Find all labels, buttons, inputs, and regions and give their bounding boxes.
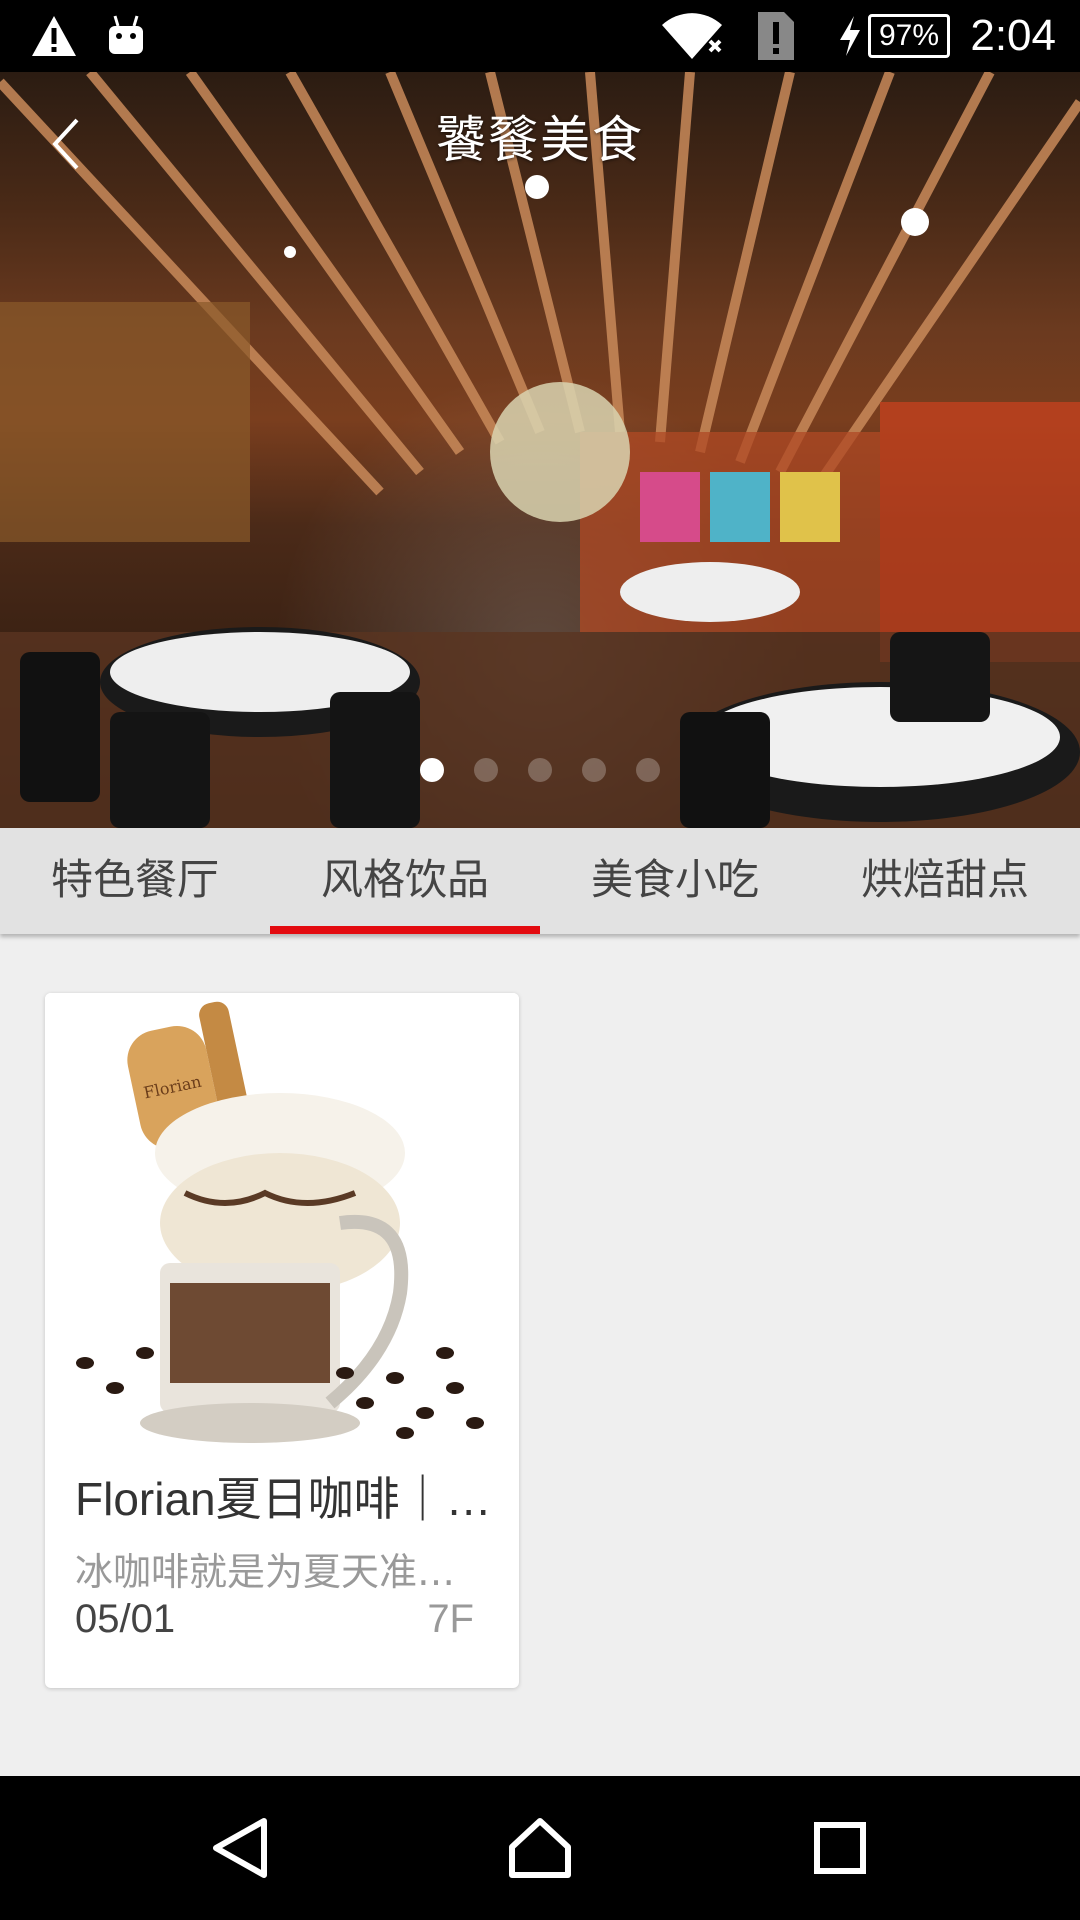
carousel-dot[interactable] [474,758,498,782]
warning-icon [30,0,78,72]
clock: 2:04 [970,11,1056,60]
tab-label: 美食小吃 [590,855,759,904]
card-date: 05/01 [75,1597,176,1641]
system-nav-bar [0,1776,1080,1920]
coffee-image: Florian [45,993,519,1455]
page-title: 饕餮美食 [436,111,644,169]
battery-level: 97% [879,19,940,52]
recents-icon [814,1822,866,1874]
card-description: 冰咖啡就是为夏天准… [75,1550,456,1594]
tab-label: 烘焙甜点 [860,855,1029,904]
tab-drinks[interactable]: 风格饮品 [270,828,540,934]
sim-alert-icon [756,0,796,72]
promo-card[interactable]: Florian Florian夏日咖啡｜… 冰咖啡就是为夏天准… 05/01 7… [45,993,519,1688]
tab-snacks[interactable]: 美食小吃 [540,828,810,934]
active-tab-indicator [270,926,540,934]
nav-recents-button[interactable] [780,1776,900,1920]
card-title: Florian夏日咖啡｜… [75,1473,492,1525]
carousel-dot[interactable] [582,758,606,782]
card-floor: 7F [427,1597,474,1641]
tab-label: 特色餐厅 [50,855,219,904]
charging-icon [836,0,864,72]
restaurant-photo [0,72,1080,828]
carousel-dot[interactable] [636,758,660,782]
carousel-dot[interactable] [420,758,444,782]
back-triangle-icon [213,1818,267,1878]
battery-icon: 97% [868,0,951,72]
category-tabs: 特色餐厅 风格饮品 美食小吃 烘焙甜点 [0,828,1080,934]
status-bar: 97% 2:04 [0,0,1080,72]
tab-restaurants[interactable]: 特色餐厅 [0,828,270,934]
hero-banner[interactable]: 饕餮美食 [0,72,1080,828]
carousel-indicator [420,758,660,782]
tab-desserts[interactable]: 烘焙甜点 [810,828,1080,934]
carousel-dot[interactable] [528,758,552,782]
home-icon [509,1818,571,1878]
android-icon [106,0,146,72]
wifi-icon [660,0,724,72]
nav-back-button[interactable] [180,1776,300,1920]
nav-home-button[interactable] [480,1776,600,1920]
tab-label: 风格饮品 [320,855,489,904]
